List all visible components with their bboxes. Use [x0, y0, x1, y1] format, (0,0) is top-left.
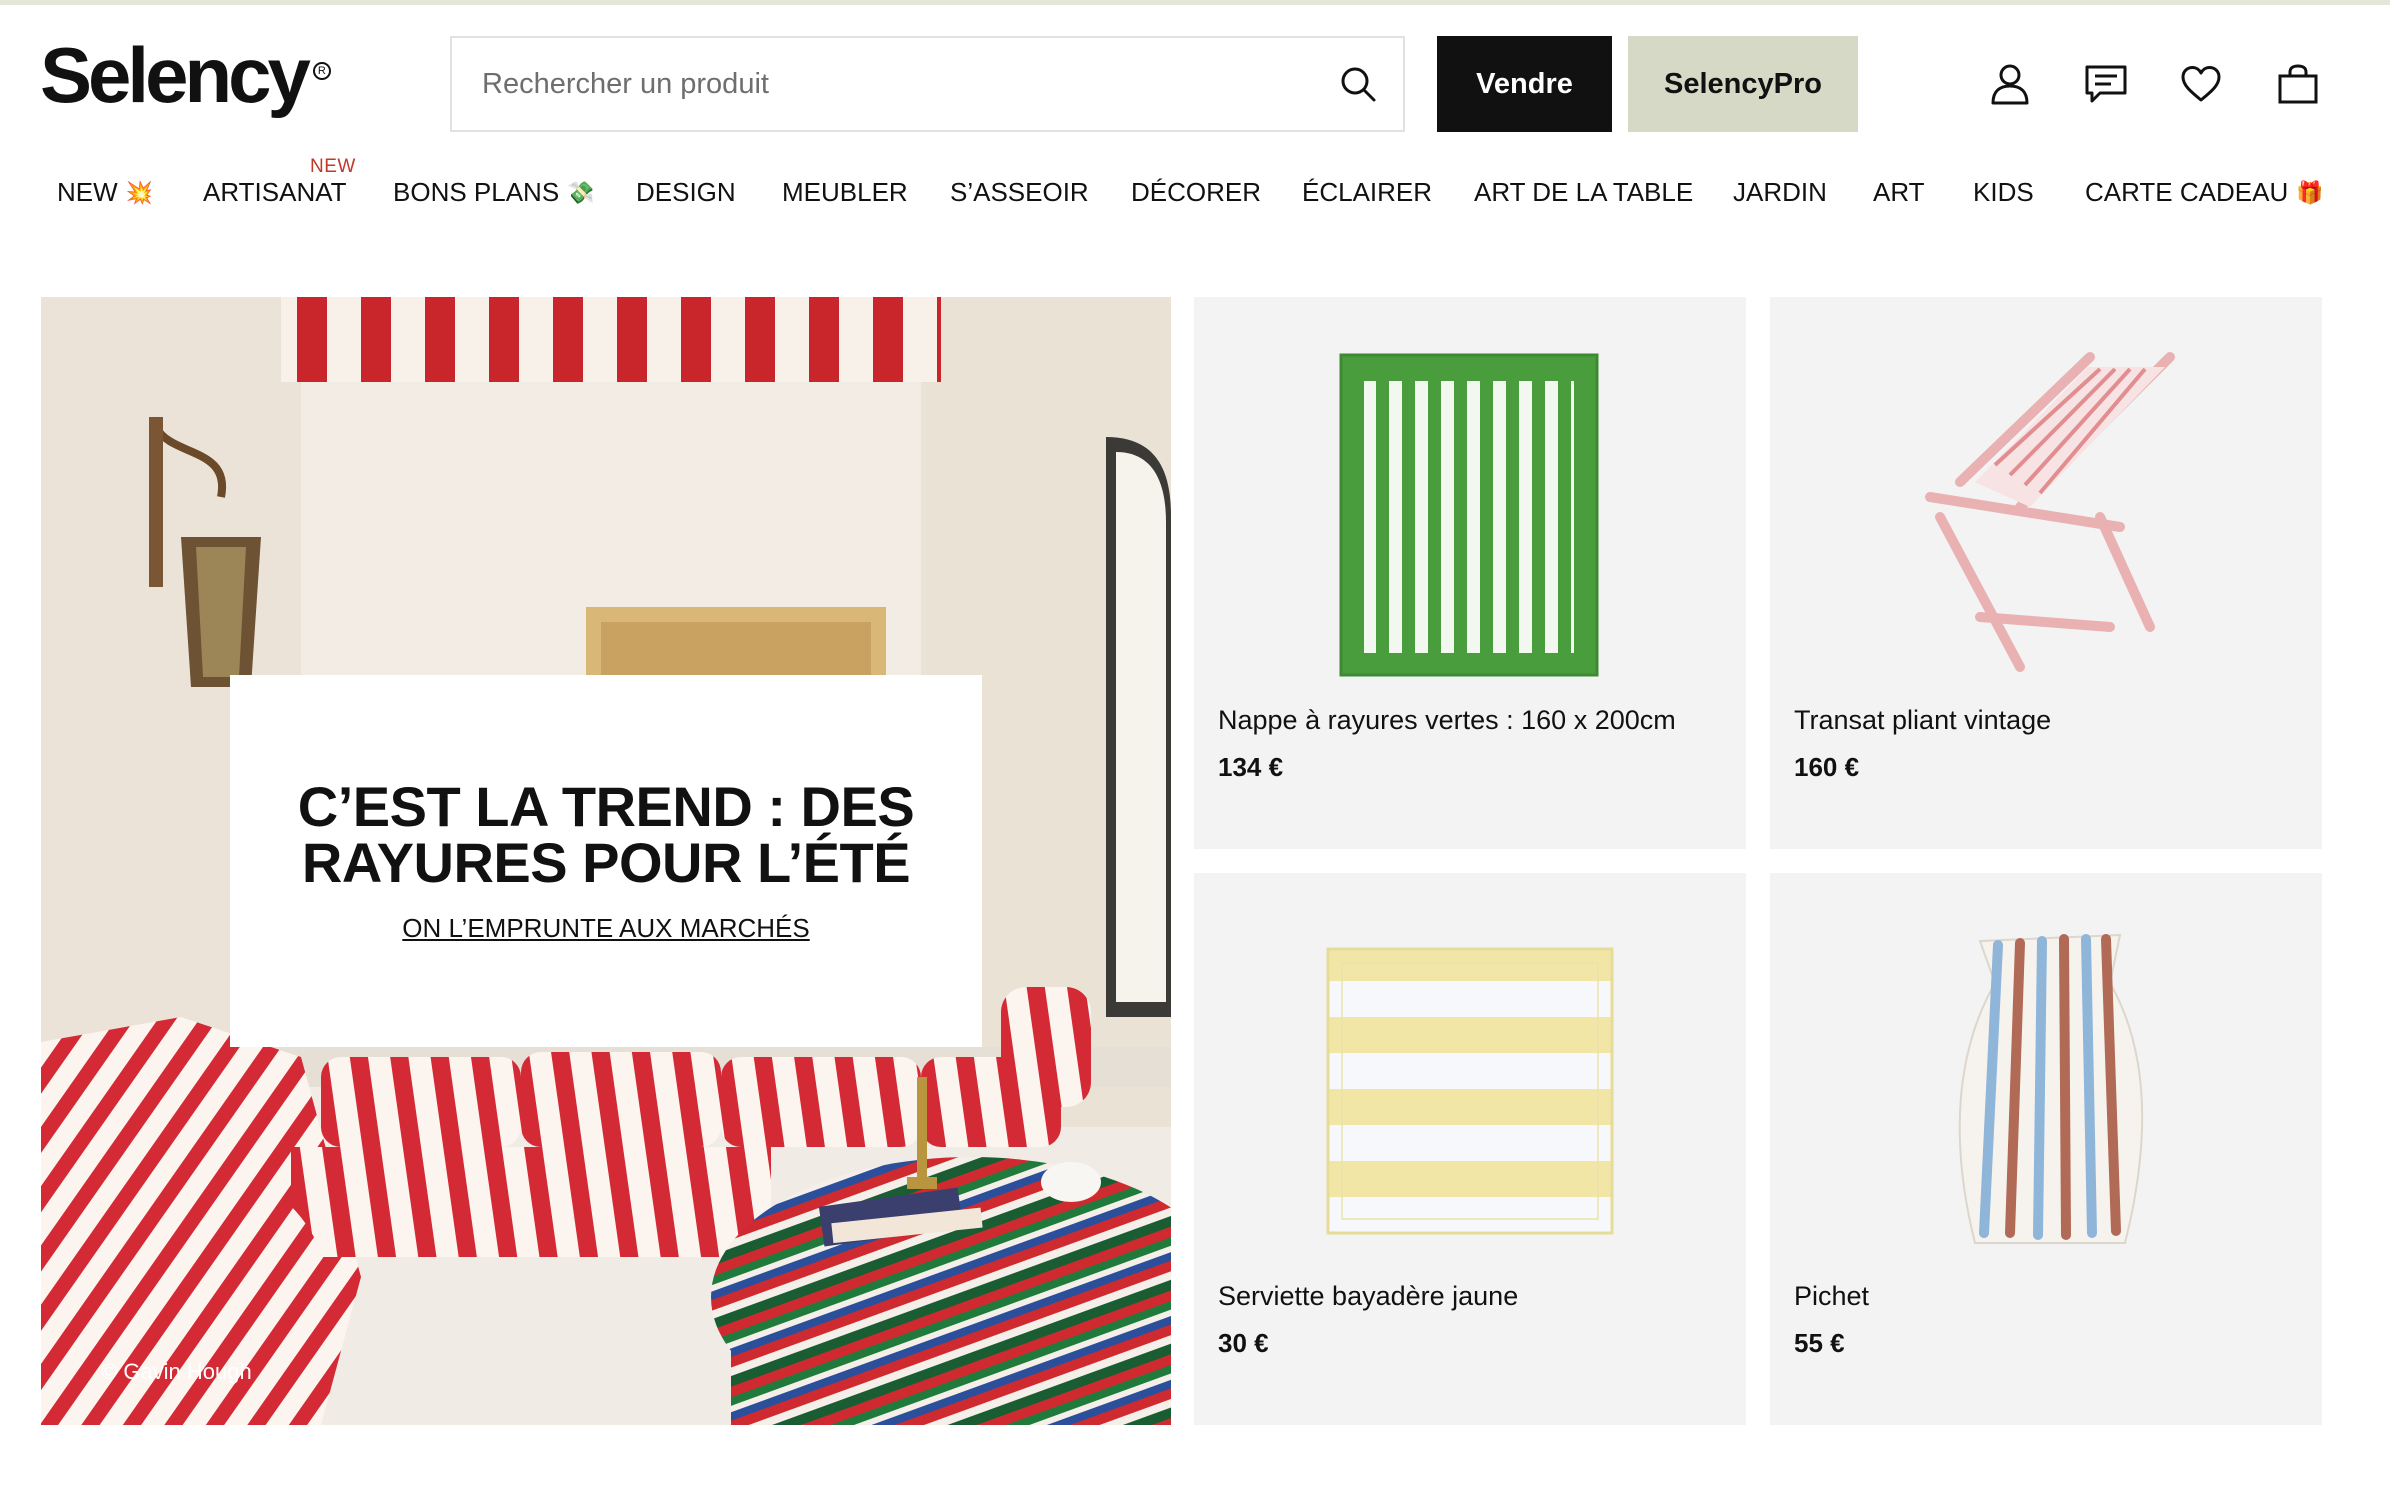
selency-logo[interactable]: Selency R [40, 36, 340, 136]
cart-button[interactable] [2270, 56, 2326, 112]
photo-credit: © Gavin Hough [101, 1359, 252, 1384]
product-card[interactable]: Transat pliant vintage 160 € [1770, 297, 2322, 849]
product-name: Serviette bayadère jaune [1218, 1281, 1519, 1311]
nav-item-kids[interactable]: KIDS [1973, 177, 2034, 208]
nav-item-label: DÉCORER [1131, 177, 1262, 207]
product-image [1326, 947, 1614, 1235]
product-card[interactable]: Nappe à rayures vertes : 160 x 200cm 134… [1194, 297, 1746, 849]
product-card[interactable]: Serviette bayadère jaune 30 € [1194, 873, 1746, 1425]
gift-icon: 🎁 [2296, 179, 2324, 205]
product-price: 160 € [1794, 752, 1860, 782]
money-icon: 💸 [567, 179, 595, 205]
nav-item-label: ARTISANAT [203, 177, 347, 207]
nav-item-artisanat[interactable]: ARTISANAT [203, 177, 347, 208]
search-icon [1341, 67, 1376, 102]
nav-item-label: NEW [57, 177, 118, 207]
registered-mark-icon: R [312, 62, 331, 80]
nav-item-label: JARDIN [1733, 177, 1827, 207]
nav-item-label: MEUBLER [782, 177, 908, 207]
main-navigation: NEW 💥 ARTISANAT NEW BONS PLANS 💸 DESIGN … [0, 156, 2390, 225]
nav-item-sasseoir[interactable]: S’ASSEOIR [950, 177, 1089, 208]
nav-item-bons-plans[interactable]: BONS PLANS 💸 [393, 177, 595, 208]
account-button[interactable] [1982, 56, 2038, 112]
hero-title: C’EST LA TREND : DES RAYURES POUR L’ÉTÉ [297, 774, 915, 894]
messages-icon [2085, 65, 2127, 103]
hero-banner[interactable]: C’EST LA TREND : DES RAYURES POUR L’ÉTÉ … [41, 297, 1171, 1425]
sell-button[interactable]: Vendre [1437, 36, 1612, 132]
search-bar [450, 36, 1405, 132]
nav-item-label: BONS PLANS [393, 177, 560, 207]
messages-button[interactable] [2078, 56, 2134, 112]
product-image [1339, 353, 1599, 677]
nav-item-label: DESIGN [636, 177, 736, 207]
product-name: Transat pliant vintage [1794, 705, 2052, 735]
product-image [1958, 933, 2144, 1244]
selency-pro-button[interactable]: SelencyPro [1628, 36, 1858, 132]
nav-item-eclairer[interactable]: ÉCLAIRER [1302, 177, 1432, 208]
logo-text: Selency [40, 31, 311, 119]
nav-item-meubler[interactable]: MEUBLER [782, 177, 908, 208]
nav-item-label: ART [1873, 177, 1925, 207]
nav-item-carte-cadeau[interactable]: CARTE CADEAU 🎁 [2085, 177, 2324, 208]
product-card[interactable]: Pichet 55 € [1770, 873, 2322, 1425]
new-badge: NEW [310, 156, 356, 177]
nav-item-decorer[interactable]: DÉCORER [1131, 177, 1261, 208]
nav-item-art[interactable]: ART [1873, 177, 1925, 208]
explosion-icon: 💥 [125, 179, 154, 205]
nav-item-label: S’ASSEOIR [950, 177, 1089, 207]
nav-item-label: ART DE LA TABLE [1474, 177, 1694, 207]
product-price: 55 € [1794, 1328, 1845, 1358]
product-price: 30 € [1218, 1328, 1269, 1358]
search-button[interactable] [1313, 38, 1403, 130]
heart-icon [2181, 66, 2221, 102]
top-accent-line [0, 0, 2390, 5]
hero-text-card: C’EST LA TREND : DES RAYURES POUR L’ÉTÉ … [230, 675, 982, 1047]
bag-icon [2278, 64, 2318, 104]
nav-item-label: CARTE CADEAU [2085, 177, 2289, 207]
product-price: 134 € [1218, 752, 1284, 782]
nav-item-art-de-la-table[interactable]: ART DE LA TABLE [1474, 177, 1693, 208]
product-name: Pichet [1794, 1281, 1870, 1311]
nav-item-jardin[interactable]: JARDIN [1733, 177, 1827, 208]
nav-item-new[interactable]: NEW 💥 [57, 177, 153, 208]
favorites-button[interactable] [2173, 56, 2229, 112]
nav-item-design[interactable]: DESIGN [636, 177, 736, 208]
product-image [1925, 352, 2175, 672]
nav-item-label: KIDS [1973, 177, 2034, 207]
nav-item-label: ÉCLAIRER [1302, 177, 1433, 207]
search-input[interactable] [452, 38, 1313, 130]
product-name: Nappe à rayures vertes : 160 x 200cm [1218, 705, 1676, 735]
hero-link[interactable]: ON L’EMPRUNTE AUX MARCHÉS [402, 913, 809, 944]
account-icon [1991, 64, 2029, 105]
